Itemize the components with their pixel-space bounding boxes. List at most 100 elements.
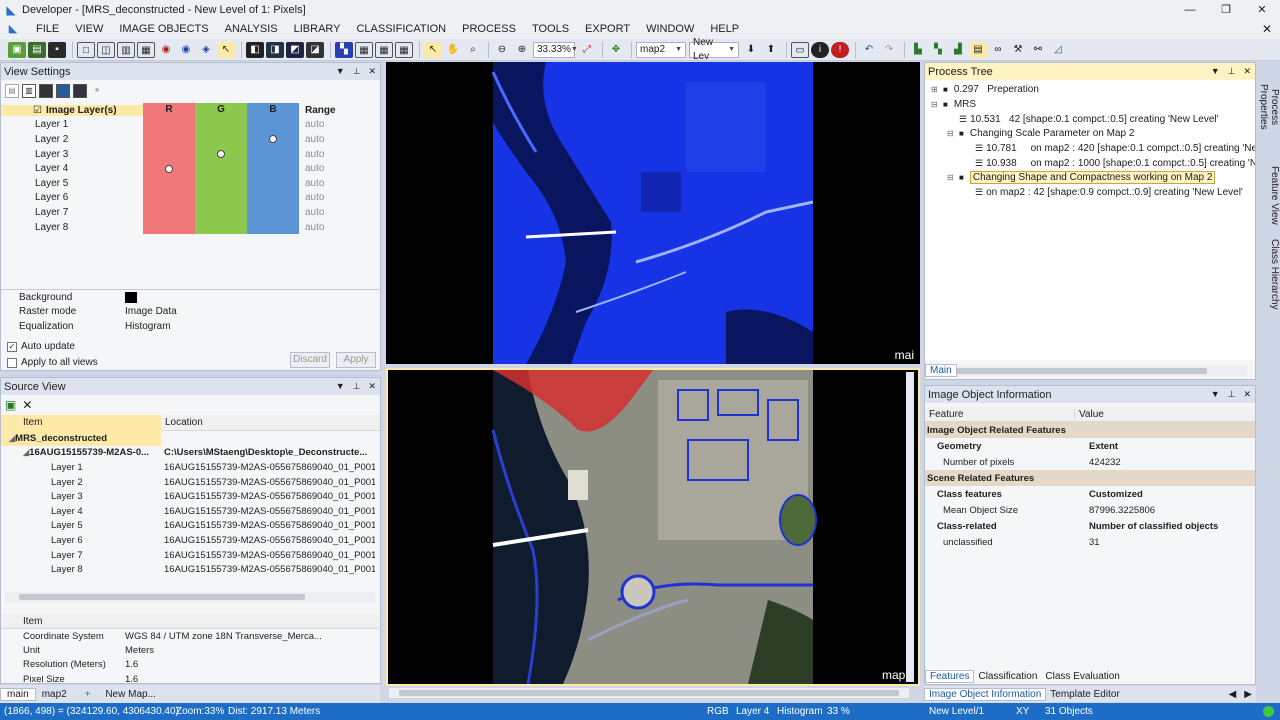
prop-value[interactable]: Histogram [125, 321, 171, 332]
pointer-icon[interactable]: ↖ [424, 41, 442, 58]
b-cell[interactable] [247, 132, 299, 147]
ruler-icon[interactable]: ◿ [1049, 42, 1067, 58]
auto-update-row[interactable]: ✓ Auto update [7, 341, 75, 352]
source-layer-row[interactable]: Layer 6 16AUG15155739-M2AS-055675869040_0… [1, 533, 380, 548]
apply-all-row[interactable]: Apply to all views [7, 357, 98, 368]
source-file-row[interactable]: ◢16AUG15155739-M2AS-0... C:\Users\MStaen… [1, 446, 380, 461]
minimize-icon[interactable]: — [1172, 0, 1208, 20]
stop-icon[interactable]: ! [831, 41, 849, 58]
info-icon[interactable]: i [811, 41, 829, 58]
layer-blue-icon[interactable]: ◉ [177, 42, 195, 58]
tab-next-icon[interactable]: ▶ [1240, 689, 1256, 700]
source-layer-row[interactable]: Layer 5 16AUG15155739-M2AS-055675869040_0… [1, 519, 380, 534]
chart-icon[interactable]: ▟ [949, 42, 967, 58]
save-project-icon[interactable]: ▪ [48, 41, 66, 58]
r-cell[interactable] [143, 161, 195, 176]
check-icon[interactable]: ☑ [33, 105, 42, 116]
menu-tools[interactable]: TOOLS [524, 20, 577, 39]
pin-icon[interactable]: ⊥ [353, 378, 361, 395]
map-combo[interactable]: map2 ▼ [636, 41, 686, 58]
undo-icon[interactable]: ↶ [860, 42, 878, 58]
g-cell[interactable] [195, 161, 247, 176]
add-source-icon[interactable]: ▣ [5, 398, 16, 412]
scrollbar-thumb[interactable] [937, 368, 1207, 374]
close-icon[interactable]: ✕ [368, 378, 376, 395]
source-layer-row[interactable]: Layer 2 16AUG15155739-M2AS-055675869040_0… [1, 475, 380, 490]
layer-range[interactable]: auto [299, 149, 324, 160]
tree-view-icon[interactable]: ▤ [5, 84, 19, 98]
close-icon[interactable]: ✕ [368, 63, 376, 80]
source-layer-row[interactable]: Layer 8 16AUG15155739-M2AS-055675869040_0… [1, 562, 380, 577]
save-workspace-icon[interactable]: ▥ [117, 41, 135, 58]
sample-icon[interactable]: ▚ [929, 42, 947, 58]
cross-arrows-icon[interactable]: ✥ [607, 42, 625, 58]
r-cell[interactable] [143, 190, 195, 206]
g-cell[interactable] [195, 190, 247, 206]
window-split-icon[interactable]: ▚ [335, 41, 353, 58]
r-cell[interactable] [143, 219, 195, 235]
menu-analysis[interactable]: ANALYSIS [217, 20, 286, 39]
apply-button[interactable]: Apply [336, 352, 376, 368]
tab-template-editor[interactable]: Template Editor [1046, 689, 1123, 700]
tab-image-object-information[interactable]: Image Object Information [924, 687, 1047, 701]
menu-process[interactable]: PROCESS [454, 20, 524, 39]
close-icon[interactable]: ✕ [1243, 63, 1251, 80]
class-icon[interactable]: ▙ [909, 42, 927, 58]
mix-icon[interactable] [73, 84, 87, 98]
tab-map2[interactable]: map2 [36, 689, 73, 700]
binoculars-icon[interactable]: ∞ [989, 42, 1007, 58]
process-hscrollbar[interactable] [929, 366, 1247, 376]
layer-header-name[interactable]: ☑ Image Layer(s) [1, 104, 143, 116]
io-sub-row[interactable]: Geometry Extent [925, 438, 1255, 454]
layer-range[interactable]: auto [299, 163, 324, 174]
process-row[interactable]: ⊞ ■ 0.297 Preperation [931, 82, 1039, 97]
g-cell[interactable] [195, 146, 247, 162]
tab-main[interactable]: main [0, 687, 36, 701]
tab-feature-view[interactable]: Feature View [1258, 160, 1280, 230]
view-outline-icon[interactable]: ◨ [266, 41, 284, 58]
close-icon[interactable]: ✕ [1244, 0, 1280, 20]
map2-hscrollbar[interactable] [389, 688, 909, 698]
pin-icon[interactable]: ⊥ [1228, 386, 1236, 403]
pan-hand-icon[interactable]: ✋ [444, 42, 462, 58]
view-layer-icon[interactable]: ◧ [246, 41, 264, 58]
zoom-area-icon[interactable]: ⌕ [464, 42, 482, 58]
tab-prev-icon[interactable]: ◀ [1225, 689, 1241, 700]
redo-icon[interactable]: ↷ [880, 42, 898, 58]
source-root-row[interactable]: ◢MRS_deconstructed [1, 431, 161, 446]
prop-value[interactable]: Image Data [125, 306, 177, 317]
io-row[interactable]: Mean Object Size 87996.3225806 [925, 502, 1255, 518]
layer-edit-icon[interactable]: ◈ [197, 42, 215, 58]
b-cell[interactable] [247, 146, 299, 162]
panel-menu-icon[interactable]: ▼ [1211, 63, 1220, 80]
remove-source-icon[interactable]: ✕ [22, 398, 32, 412]
window-single-icon[interactable]: ▦ [355, 41, 373, 58]
col-item[interactable]: Item [1, 414, 161, 431]
apply-all-checkbox[interactable] [7, 357, 17, 368]
layer-range[interactable]: auto [299, 192, 324, 203]
source-layer-row[interactable]: Layer 1 16AUG15155739-M2AS-055675869040_0… [1, 460, 380, 475]
zoom-combo[interactable]: 33.33% ▼ [533, 41, 578, 58]
io-sub-row[interactable]: Class features Customized [925, 486, 1255, 502]
r-cell[interactable] [143, 132, 195, 147]
source-layer-row[interactable]: Layer 3 16AUG15155739-M2AS-055675869040_0… [1, 489, 380, 504]
process-row[interactable]: ⊟ ■ Changing Scale Parameter on Map 2 [947, 126, 1134, 141]
process-row[interactable]: ⊟ ■ Changing Shape and Compactness working… [947, 170, 1216, 185]
g-cell[interactable] [195, 117, 247, 133]
layer-range[interactable]: auto [299, 222, 324, 233]
menu-file[interactable]: FILE [28, 20, 67, 39]
import-icon[interactable]: ▦ [137, 41, 155, 58]
process-row[interactable]: ☰ on map2 : 42 [shape:0.9 compct.:0.9] cr… [975, 185, 1243, 200]
grayscale-icon[interactable] [39, 84, 53, 98]
lock-icon[interactable]: ● [90, 84, 104, 98]
process-row[interactable]: ⊟ ■ MRS [931, 97, 976, 112]
main-map-viewer[interactable]: mai [386, 62, 920, 364]
process-icon[interactable]: ▤ [969, 41, 987, 58]
level-up-icon[interactable]: ⬆ [762, 42, 780, 58]
open-workspace-icon[interactable]: ◫ [97, 41, 115, 58]
scrollbar-thumb[interactable] [19, 594, 305, 600]
io-sub-row[interactable]: Class-related Number of classified object… [925, 518, 1255, 534]
layer-range[interactable]: auto [299, 119, 324, 130]
panel-menu-icon[interactable]: ▼ [336, 63, 345, 80]
level-down-icon[interactable]: ⬇ [742, 42, 760, 58]
